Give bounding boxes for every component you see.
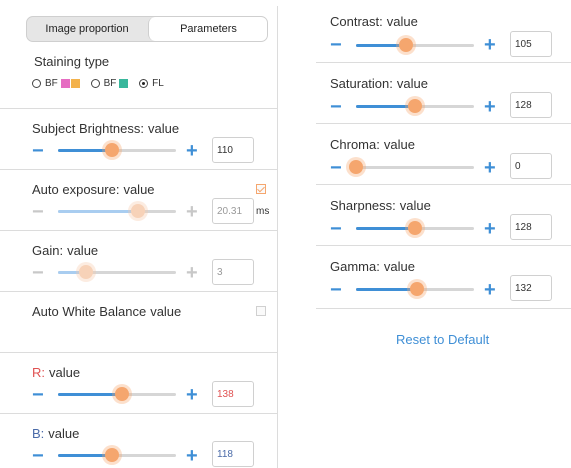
staining-options: BF BF FL [32,78,172,94]
gamma-label: Gamma: value [330,259,415,274]
staining-option-bf-1[interactable]: BF [32,78,80,89]
b-value-field[interactable]: 118 [212,441,254,467]
green-swatch [119,78,129,88]
divider [0,291,277,292]
orange-swatch [70,78,80,88]
radio-bf-2[interactable] [90,78,100,88]
saturation-value-field[interactable]: 128 [510,92,552,118]
chroma-minus-icon[interactable]: − [330,158,342,178]
tab-parameters[interactable]: Parameters [148,17,267,41]
awb-label: Auto White Balance value [32,304,182,319]
contrast-slider-thumb[interactable] [398,38,413,52]
saturation-label: Saturation: value [330,76,428,91]
b-slider-thumb[interactable] [105,448,120,462]
brightness-slider[interactable] [58,143,176,157]
chroma-slider-thumb[interactable] [349,160,363,174]
gain-value-field[interactable]: 3 [212,259,254,285]
right-panel: Contrast: value − + 105 Saturation: value … [316,6,571,347]
contrast-plus-icon[interactable]: + [484,35,496,55]
divider [0,352,277,353]
r-minus-icon[interactable]: − [32,385,44,405]
saturation-slider[interactable] [356,99,474,113]
b-plus-icon[interactable]: + [186,446,198,466]
gain-slider-thumb[interactable] [79,265,94,279]
contrast-label: Contrast: value [330,14,418,29]
staining-type-title: Staining type [34,54,110,69]
divider [0,230,277,231]
gain-plus-icon[interactable]: + [186,263,198,283]
radio-bf-1[interactable] [32,78,41,88]
awb-checkbox[interactable] [256,306,266,316]
staining-option-label: BF [103,78,117,89]
brightness-value-field[interactable]: 110 [212,137,254,163]
sharpness-slider-thumb[interactable] [408,221,422,235]
brightness-label: Subject Brightness: value [32,121,180,136]
chroma-plus-icon[interactable]: + [484,158,496,178]
exposure-unit: ms [256,206,270,217]
r-label: R: value [32,365,81,380]
divider [0,413,277,414]
gamma-slider-thumb[interactable] [410,282,425,296]
staining-option-bf-2[interactable]: BF [90,78,129,89]
divider [0,108,277,109]
contrast-value-field[interactable]: 105 [510,31,552,57]
divider [316,308,571,309]
gain-minus-icon[interactable]: − [32,263,44,283]
gamma-minus-icon[interactable]: − [330,280,342,300]
tab-bar: Image proportion Parameters [26,16,268,42]
gain-slider[interactable] [58,265,176,279]
staining-option-label: BF [45,78,58,89]
exposure-label: Auto exposure: value [32,182,155,197]
gamma-slider[interactable] [356,282,474,296]
reset-to-default-button[interactable]: Reset to Default [396,332,489,347]
staining-option-label: FL [152,78,164,89]
sharpness-label: Sharpness: value [330,198,431,213]
divider [316,245,571,246]
sharpness-slider[interactable] [356,221,474,235]
exposure-value-field[interactable]: 20.31 [212,198,254,224]
sharpness-minus-icon[interactable]: − [330,219,342,239]
contrast-slider[interactable] [356,38,474,52]
auto-exposure-checkbox[interactable] [256,184,266,194]
left-panel: Image proportion Parameters Staining typ… [0,6,278,468]
brightness-minus-icon[interactable]: − [32,141,44,161]
gamma-plus-icon[interactable]: + [484,280,496,300]
divider [0,169,277,170]
b-minus-icon[interactable]: − [32,446,44,466]
b-slider[interactable] [58,448,176,462]
sharpness-value-field[interactable]: 128 [510,214,552,240]
divider [316,123,571,124]
exposure-slider[interactable] [58,204,176,218]
saturation-minus-icon[interactable]: − [330,97,342,117]
saturation-plus-icon[interactable]: + [484,97,496,117]
radio-fl[interactable] [139,78,149,88]
brightness-plus-icon[interactable]: + [186,141,198,161]
gamma-value-field[interactable]: 132 [510,275,552,301]
b-label: B: value [32,426,80,441]
gain-label: Gain: value [32,243,99,258]
exposure-slider-thumb[interactable] [131,204,146,218]
sharpness-plus-icon[interactable]: + [484,219,496,239]
r-plus-icon[interactable]: + [186,385,198,405]
staining-option-fl[interactable]: FL [139,78,164,89]
exposure-plus-icon[interactable]: + [186,202,198,222]
pink-swatch [60,78,70,88]
tab-image-proportion[interactable]: Image proportion [27,17,147,41]
r-slider[interactable] [58,387,176,401]
r-slider-thumb[interactable] [114,387,129,401]
chroma-label: Chroma: value [330,137,415,152]
contrast-minus-icon[interactable]: − [330,35,342,55]
saturation-slider-thumb[interactable] [408,99,422,113]
chroma-value-field[interactable]: 0 [510,153,552,179]
brightness-slider-thumb[interactable] [105,143,120,157]
divider [316,184,571,185]
divider [316,62,571,63]
chroma-slider[interactable] [349,160,474,174]
exposure-minus-icon[interactable]: − [32,202,44,222]
r-value-field[interactable]: 138 [212,381,254,407]
